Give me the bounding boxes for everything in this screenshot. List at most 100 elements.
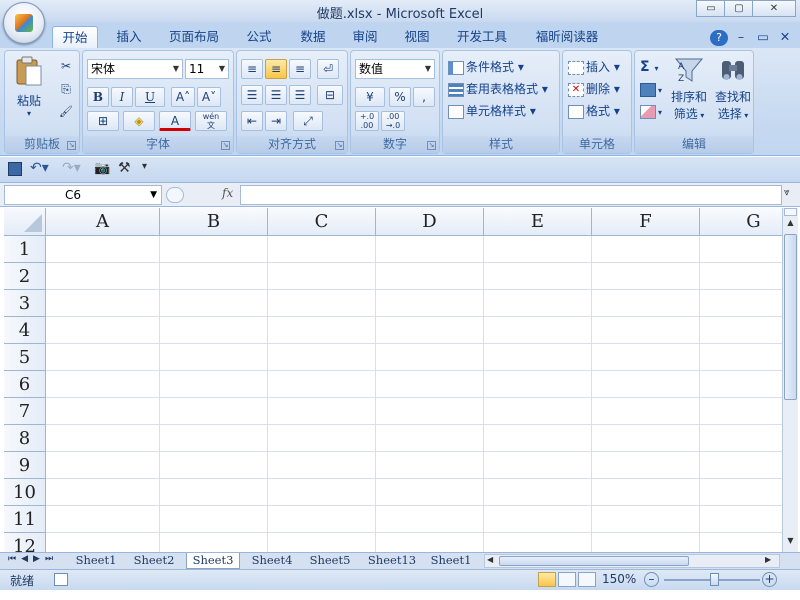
format-painter-icon[interactable]: 🖌 [55, 103, 77, 123]
underline-button[interactable]: U [135, 87, 165, 107]
row-header-9[interactable]: 9 [4, 452, 46, 479]
shrink-font-button[interactable]: A˅ [197, 87, 221, 107]
sheet-tab-4[interactable]: Sheet4 [246, 553, 298, 569]
row-header-1[interactable]: 1 [4, 236, 46, 263]
column-header-d[interactable]: D [376, 208, 484, 236]
sheet-tab-5[interactable]: Sheet5 [304, 553, 356, 569]
bold-button[interactable]: B [87, 87, 109, 107]
scroll-right-icon[interactable]: ▶ [765, 555, 771, 564]
conditional-formatting-button[interactable]: 条件格式 ▾ [447, 57, 525, 77]
find-select-button[interactable]: 查找和 选择 ▾ [713, 55, 753, 122]
align-left-icon[interactable]: ☰ [241, 85, 263, 105]
orientation-icon[interactable]: ⤢ [293, 111, 323, 131]
row-header-5[interactable]: 5 [4, 344, 46, 371]
cell-styles-button[interactable]: 单元格样式 ▾ [447, 101, 537, 121]
sheet-tab-1[interactable]: Sheet1 [70, 553, 122, 569]
number-format-combo[interactable]: 数值 ▼ [355, 59, 435, 79]
formula-input[interactable] [240, 185, 782, 205]
sheet-tab-2[interactable]: Sheet2 [128, 553, 180, 569]
font-name-combo[interactable]: 宋体 ▼ [87, 59, 183, 79]
sheet-nav-icons[interactable]: ⏮◀▶⏭ [8, 554, 58, 564]
save-icon[interactable] [8, 162, 22, 176]
tab-home[interactable]: 开始 [52, 26, 98, 48]
alignment-launcher-icon[interactable]: ↘ [335, 141, 344, 150]
format-as-table-button[interactable]: 套用表格格式 ▾ [447, 79, 549, 99]
row-header-3[interactable]: 3 [4, 290, 46, 317]
formula-bar-toggle-icon[interactable] [166, 187, 184, 203]
copy-icon[interactable]: ⎘ [55, 80, 77, 100]
scroll-thumb[interactable] [784, 234, 797, 400]
clear-button[interactable]: ▾ [639, 101, 663, 121]
column-header-c[interactable]: C [268, 208, 376, 236]
row-header-8[interactable]: 8 [4, 425, 46, 452]
font-color-button[interactable]: A [159, 111, 191, 131]
redo-icon[interactable]: ↷▾ [62, 160, 81, 176]
comma-button[interactable]: , [413, 87, 435, 107]
zoom-level[interactable]: 150% [602, 572, 636, 586]
name-box[interactable]: C6 ▼ [4, 185, 162, 205]
normal-view-icon[interactable] [538, 572, 556, 587]
zoom-in-icon[interactable]: + [762, 572, 777, 587]
sheet-tab-3[interactable]: Sheet3 [186, 553, 240, 569]
currency-button[interactable]: ¥ [355, 87, 385, 107]
undo-icon[interactable]: ↶▾ [30, 160, 49, 176]
insert-function-icon[interactable]: fx [222, 186, 233, 200]
clipboard-launcher-icon[interactable]: ↘ [67, 141, 76, 150]
tools-icon[interactable]: ⚒ [118, 160, 131, 176]
align-bottom-icon[interactable]: ≡ [289, 59, 311, 79]
decrease-decimal-button[interactable]: .00 →.0 [381, 111, 405, 131]
select-all-corner[interactable] [4, 208, 46, 236]
tab-view[interactable]: 视图 [396, 26, 438, 48]
font-size-combo[interactable]: 11 ▼ [185, 59, 229, 79]
minimize-button[interactable]: ▭ [696, 0, 726, 17]
tab-page-layout[interactable]: 页面布局 [162, 26, 226, 48]
align-center-icon[interactable]: ☰ [265, 85, 287, 105]
row-header-6[interactable]: 6 [4, 371, 46, 398]
scroll-left-icon[interactable]: ◀ [487, 555, 493, 564]
scroll-up-icon[interactable]: ▲ [784, 218, 797, 232]
paste-button[interactable]: 粘贴 ▾ [9, 55, 49, 118]
zoom-slider-thumb[interactable] [710, 573, 719, 586]
page-break-view-icon[interactable] [578, 572, 596, 587]
row-header-11[interactable]: 11 [4, 506, 46, 533]
row-header-12[interactable]: 12 [4, 533, 46, 552]
tab-foxit-reader[interactable]: 福昕阅读器 [530, 26, 604, 48]
column-header-g[interactable]: G [700, 208, 782, 236]
row-header-7[interactable]: 7 [4, 398, 46, 425]
row-header-10[interactable]: 10 [4, 479, 46, 506]
fill-button[interactable]: ▾ [639, 79, 663, 99]
grow-font-button[interactable]: A˄ [171, 87, 195, 107]
borders-button[interactable]: ⊞ [87, 111, 119, 131]
ribbon-close-button[interactable]: ✕ [778, 26, 792, 48]
phonetic-button[interactable]: wén 文 [195, 111, 227, 131]
office-button[interactable] [3, 2, 45, 44]
camera-icon[interactable]: 📷 [94, 161, 110, 176]
tab-data[interactable]: 数据 [292, 26, 334, 48]
percent-button[interactable]: % [389, 87, 411, 107]
expand-formula-bar-icon[interactable]: ⩔ [784, 187, 790, 198]
decrease-indent-icon[interactable]: ⇤ [241, 111, 263, 131]
sheet-tab-6[interactable]: Sheet13 [362, 553, 422, 569]
sort-filter-button[interactable]: AZ 排序和 筛选 ▾ [669, 55, 709, 122]
page-layout-view-icon[interactable] [558, 572, 576, 587]
column-header-a[interactable]: A [46, 208, 160, 236]
maximize-button[interactable]: ▢ [724, 0, 754, 17]
zoom-out-icon[interactable]: – [644, 572, 659, 587]
row-header-2[interactable]: 2 [4, 263, 46, 290]
sheet-tab-7[interactable]: Sheet1 [428, 553, 474, 569]
fill-color-button[interactable]: ◈ [123, 111, 155, 131]
increase-indent-icon[interactable]: ⇥ [265, 111, 287, 131]
macro-record-icon[interactable] [54, 573, 68, 586]
vertical-scrollbar[interactable]: ▲ ▼ [782, 208, 798, 552]
align-top-icon[interactable]: ≡ [241, 59, 263, 79]
row-header-4[interactable]: 4 [4, 317, 46, 344]
increase-decimal-button[interactable]: +.0 .00 [355, 111, 379, 131]
horizontal-scrollbar[interactable]: ◀ ▶ [484, 554, 780, 568]
italic-button[interactable]: I [111, 87, 133, 107]
column-header-e[interactable]: E [484, 208, 592, 236]
worksheet-grid[interactable]: A B C D E F G 1 2 3 4 5 6 7 8 9 10 11 12 [4, 208, 782, 552]
font-launcher-icon[interactable]: ↘ [221, 141, 230, 150]
tab-formulas[interactable]: 公式 [238, 26, 280, 48]
tab-developer[interactable]: 开发工具 [450, 26, 514, 48]
ribbon-restore-button[interactable]: ▭ [756, 26, 770, 48]
